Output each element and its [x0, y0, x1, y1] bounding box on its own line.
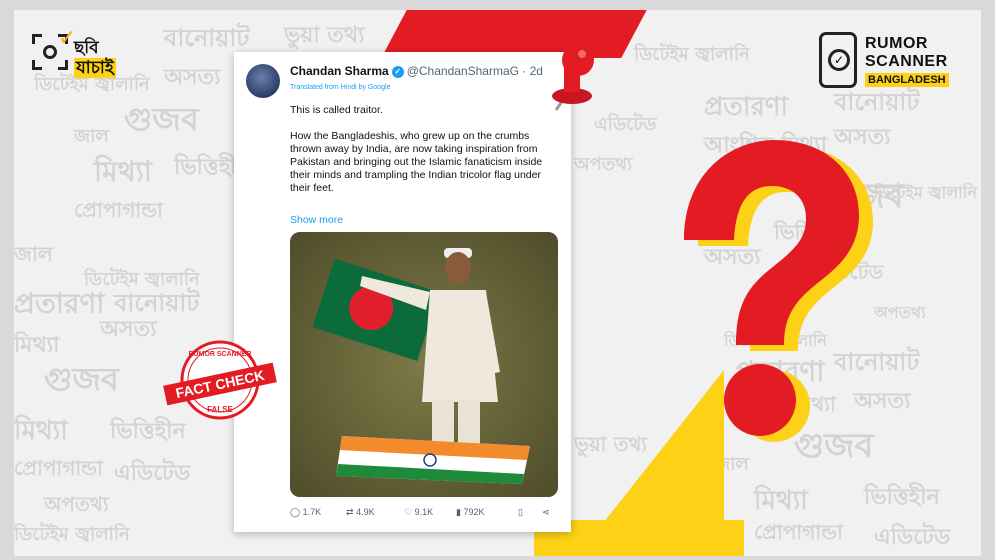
bg-word: গুজব: [44, 360, 119, 398]
like-icon: ♡: [404, 507, 413, 517]
views-count: 792K: [463, 507, 485, 517]
fact-check-stamp: RUMOR SCANNER FACT CHECK FALSE: [163, 340, 277, 420]
bg-word: ভিত্তিহীন: [864, 484, 940, 510]
tweet-actions: ◯ 1.7K ⇄ 4.9K ♡ 9.1K ▮ 792K ▯ ⋖: [290, 507, 560, 523]
brand-line-2: SCANNER: [865, 53, 948, 70]
bg-word: ডিটেইম জ্বালানি: [634, 44, 750, 65]
pushpin-icon: [552, 44, 594, 111]
bg-word: প্রতারণা: [14, 287, 105, 320]
views-button[interactable]: ▮ 792K: [456, 507, 485, 518]
photo-illustration: [290, 232, 558, 497]
repost-icon: ⇄: [346, 507, 354, 517]
repost-count: 4.9K: [356, 507, 375, 517]
bg-word: জাল: [14, 242, 53, 266]
logo-line-2: যাচাই: [74, 58, 116, 78]
repost-button[interactable]: ⇄ 4.9K: [346, 507, 375, 518]
check-badge-icon: ✓: [828, 49, 850, 71]
author-name[interactable]: Chandan Sharma: [290, 64, 389, 78]
tweet-photo[interactable]: [290, 232, 558, 497]
bg-word: এডিটেড: [114, 460, 191, 486]
reply-button[interactable]: ◯ 1.7K: [290, 507, 321, 518]
bg-word: মিথ্যা: [94, 155, 152, 188]
stamp-verdict-text: FALSE: [207, 405, 233, 414]
rumor-scanner-logo: ✓ RUMOR SCANNER BANGLADESH: [819, 32, 969, 92]
avatar[interactable]: [246, 64, 280, 98]
tweet-line-1: This is called traitor.: [290, 104, 383, 116]
bg-word: অসত্য: [100, 316, 157, 342]
bg-word: মিথ্যা: [14, 416, 68, 446]
translated-note[interactable]: Translated from Hindi by Google: [290, 84, 391, 91]
verified-badge-icon: ✓: [391, 65, 404, 78]
chobi-jachai-logo: ✓ ছবি যাচাই: [32, 26, 142, 96]
bg-word: অপতথ্য: [574, 154, 633, 175]
tweet-body: How the Bangladeshis, who grew up on the…: [290, 130, 543, 194]
bg-word: ভুয়া তথ্য: [284, 22, 365, 48]
reply-count: 1.7K: [302, 507, 322, 517]
bookmark-icon[interactable]: ▯: [518, 507, 523, 518]
bg-word: অসত্য: [164, 64, 221, 90]
reply-icon: ◯: [290, 507, 301, 517]
tweet-header: Chandan Sharma ✓ @ChandanSharmaG · 2d: [290, 64, 543, 78]
like-button[interactable]: ♡ 9.1K: [404, 507, 433, 518]
views-icon: ▮: [456, 507, 461, 517]
stamp-top-text: RUMOR SCANNER: [189, 351, 252, 358]
tweet-card[interactable]: Chandan Sharma ✓ @ChandanSharmaG · 2d Tran…: [234, 52, 571, 532]
like-count: 9.1K: [414, 507, 434, 517]
share-icon[interactable]: ⋖: [542, 507, 550, 518]
brand-line-1: RUMOR: [865, 35, 928, 52]
tweet-text: This is called traitor. How the Banglade…: [290, 104, 560, 208]
author-handle[interactable]: @ChandanSharmaG · 2d: [407, 64, 543, 78]
show-more-link[interactable]: Show more: [290, 214, 343, 226]
brand-line-3: BANGLADESH: [865, 73, 949, 87]
bg-word: প্রোপাগান্ডা: [74, 198, 163, 222]
bg-word: অপতথ্য: [44, 492, 109, 516]
poster-canvas: বানোয়াট ভুয়া তথ্য অসত্য ডিটেইম জ্বালান…: [14, 10, 981, 556]
bg-word: প্রোপাগান্ডা: [754, 520, 843, 544]
bg-word: প্রোপাগান্ডা: [14, 456, 103, 480]
bg-word: ডিটেইম জ্বালানি: [874, 183, 977, 202]
bg-word: এডিটেড: [874, 524, 951, 550]
lens-icon: [43, 45, 57, 59]
bg-word: গুজব: [124, 100, 199, 138]
bg-word: ডিটেইম জ্বালানি: [14, 524, 130, 545]
bg-word: প্রতারণা: [704, 92, 789, 122]
question-mark-icon: [684, 140, 873, 442]
bg-word: জাল: [74, 126, 109, 147]
logo-line-1: ছবি: [74, 38, 99, 58]
phone-icon: ✓: [819, 32, 857, 88]
logo-text: ছবি যাচাই: [74, 38, 116, 78]
